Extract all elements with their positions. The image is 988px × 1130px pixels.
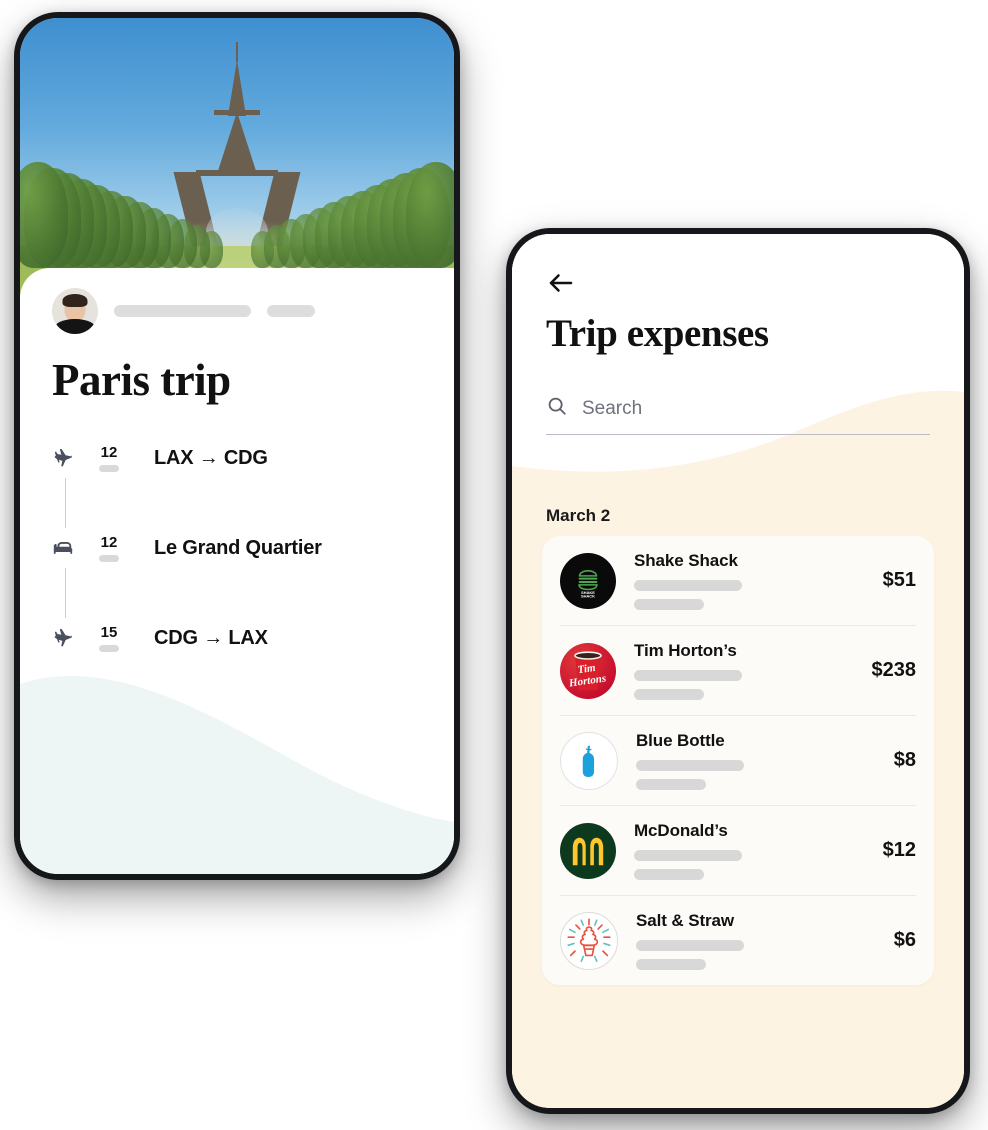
tim-hortons-logo: Tim Hortons [560,642,616,699]
trip-detail-sheet: Paris trip 12 LAX → CDG 12 Le Grand Quar… [20,268,454,874]
tim-hortons-cup-icon: Tim Hortons [567,650,607,690]
profile-row[interactable] [52,288,315,334]
date-group-heading: March 2 [546,506,611,525]
itinerary-item-flight-outbound[interactable]: 12 LAX → CDG [52,436,426,480]
search-icon [546,395,568,422]
expense-details: Tim Horton’s [634,641,862,700]
itinerary-day-number: 12 [100,443,118,461]
page-title: Trip expenses [546,312,769,355]
itinerary-connector [52,478,426,528]
shake-shack-logo: SHAKE SHACK [560,552,616,609]
merchant-name: Blue Bottle [636,731,725,750]
itinerary-label: CDG → LAX [154,626,268,649]
search-input[interactable] [582,397,930,420]
mint-wave-decoration [20,675,454,874]
salt-and-straw-logo [560,911,618,970]
expense-detail-placeholder [636,959,706,970]
expense-detail-placeholder [634,850,742,861]
expense-detail-placeholder [636,940,744,951]
page-title: Paris trip [52,355,231,405]
merchant-name: Tim Horton’s [634,641,737,660]
expense-row[interactable]: Tim Hortons Tim Horton’s $238 [560,625,916,715]
expense-amount: $238 [871,659,917,681]
hero-trees-right [250,148,454,268]
expense-row[interactable]: SHAKE SHACK Shake Shack $51 [560,536,916,625]
arrow-left-icon [549,274,573,292]
expense-list-card: SHAKE SHACK Shake Shack $51 Tim Hortons … [542,536,934,985]
back-button[interactable] [546,268,576,298]
itinerary-item-flight-return[interactable]: 15 CDG → LAX [52,616,426,660]
plane-icon [52,627,82,649]
expense-detail-placeholder [634,670,742,681]
expense-details: Blue Bottle [636,731,884,790]
golden-arches-icon [572,837,604,865]
expense-amount: $8 [893,749,916,771]
phone-left-trip-detail: Paris trip 12 LAX → CDG 12 Le Grand Quar… [14,12,460,880]
search-field[interactable] [546,395,930,435]
phone-right-trip-expenses: Trip expenses March 2 [506,228,970,1114]
itinerary-list: 12 LAX → CDG 12 Le Grand Quartier 15 CDG… [52,436,426,660]
avatar[interactable] [52,288,98,334]
itinerary-day-number: 12 [100,533,118,551]
itinerary-date: 12 [86,445,132,472]
expenses-header: Trip expenses [512,234,964,435]
left-phone-screen: Paris trip 12 LAX → CDG 12 Le Grand Quar… [20,18,454,874]
expense-details: Shake Shack [634,551,873,610]
expense-amount: $12 [882,839,916,861]
itinerary-day-number: 15 [100,623,118,641]
itinerary-connector [52,568,426,618]
right-phone-screen: Trip expenses March 2 [512,234,964,1108]
itinerary-label: Le Grand Quartier [154,536,322,559]
expense-row[interactable]: Salt & Straw $6 [560,895,916,985]
svg-text:SHACK: SHACK [581,593,595,598]
itinerary-date: 12 [86,535,132,562]
profile-meta-placeholder [267,305,315,317]
expense-row[interactable]: McDonald’s $12 [560,805,916,895]
expense-detail-placeholder [636,779,706,790]
expense-amount: $51 [882,569,916,591]
hero-image-eiffel-tower [20,18,454,308]
expense-detail-placeholder [634,599,704,610]
merchant-name: Salt & Straw [636,911,734,930]
plane-icon [52,447,82,469]
blue-bottle-logo [560,731,618,790]
mcdonalds-logo [560,822,616,879]
itinerary-month-placeholder [99,464,119,472]
expense-detail-placeholder [636,760,744,771]
hero-trees-left [20,148,224,268]
itinerary-month-placeholder [99,644,119,652]
merchant-name: McDonald’s [634,821,728,840]
itinerary-label: LAX → CDG [154,446,268,469]
expense-row[interactable]: Blue Bottle $8 [560,715,916,805]
expense-details: McDonald’s [634,821,873,880]
shake-shack-burger-icon: SHAKE SHACK [578,569,598,598]
expense-detail-placeholder [634,689,704,700]
profile-name-placeholder [114,305,251,317]
blue-bottle-icon [582,745,595,777]
itinerary-item-hotel[interactable]: 12 Le Grand Quartier [52,526,426,570]
expense-amount: $6 [893,929,916,951]
merchant-name: Shake Shack [634,551,738,570]
svg-text:Hortons: Hortons [567,672,607,689]
expense-detail-placeholder [634,869,704,880]
bed-icon [52,537,82,559]
expense-details: Salt & Straw [636,911,884,970]
expense-detail-placeholder [634,580,742,591]
itinerary-month-placeholder [99,554,119,562]
itinerary-date: 15 [86,625,132,652]
ice-cream-cone-icon [567,917,611,962]
